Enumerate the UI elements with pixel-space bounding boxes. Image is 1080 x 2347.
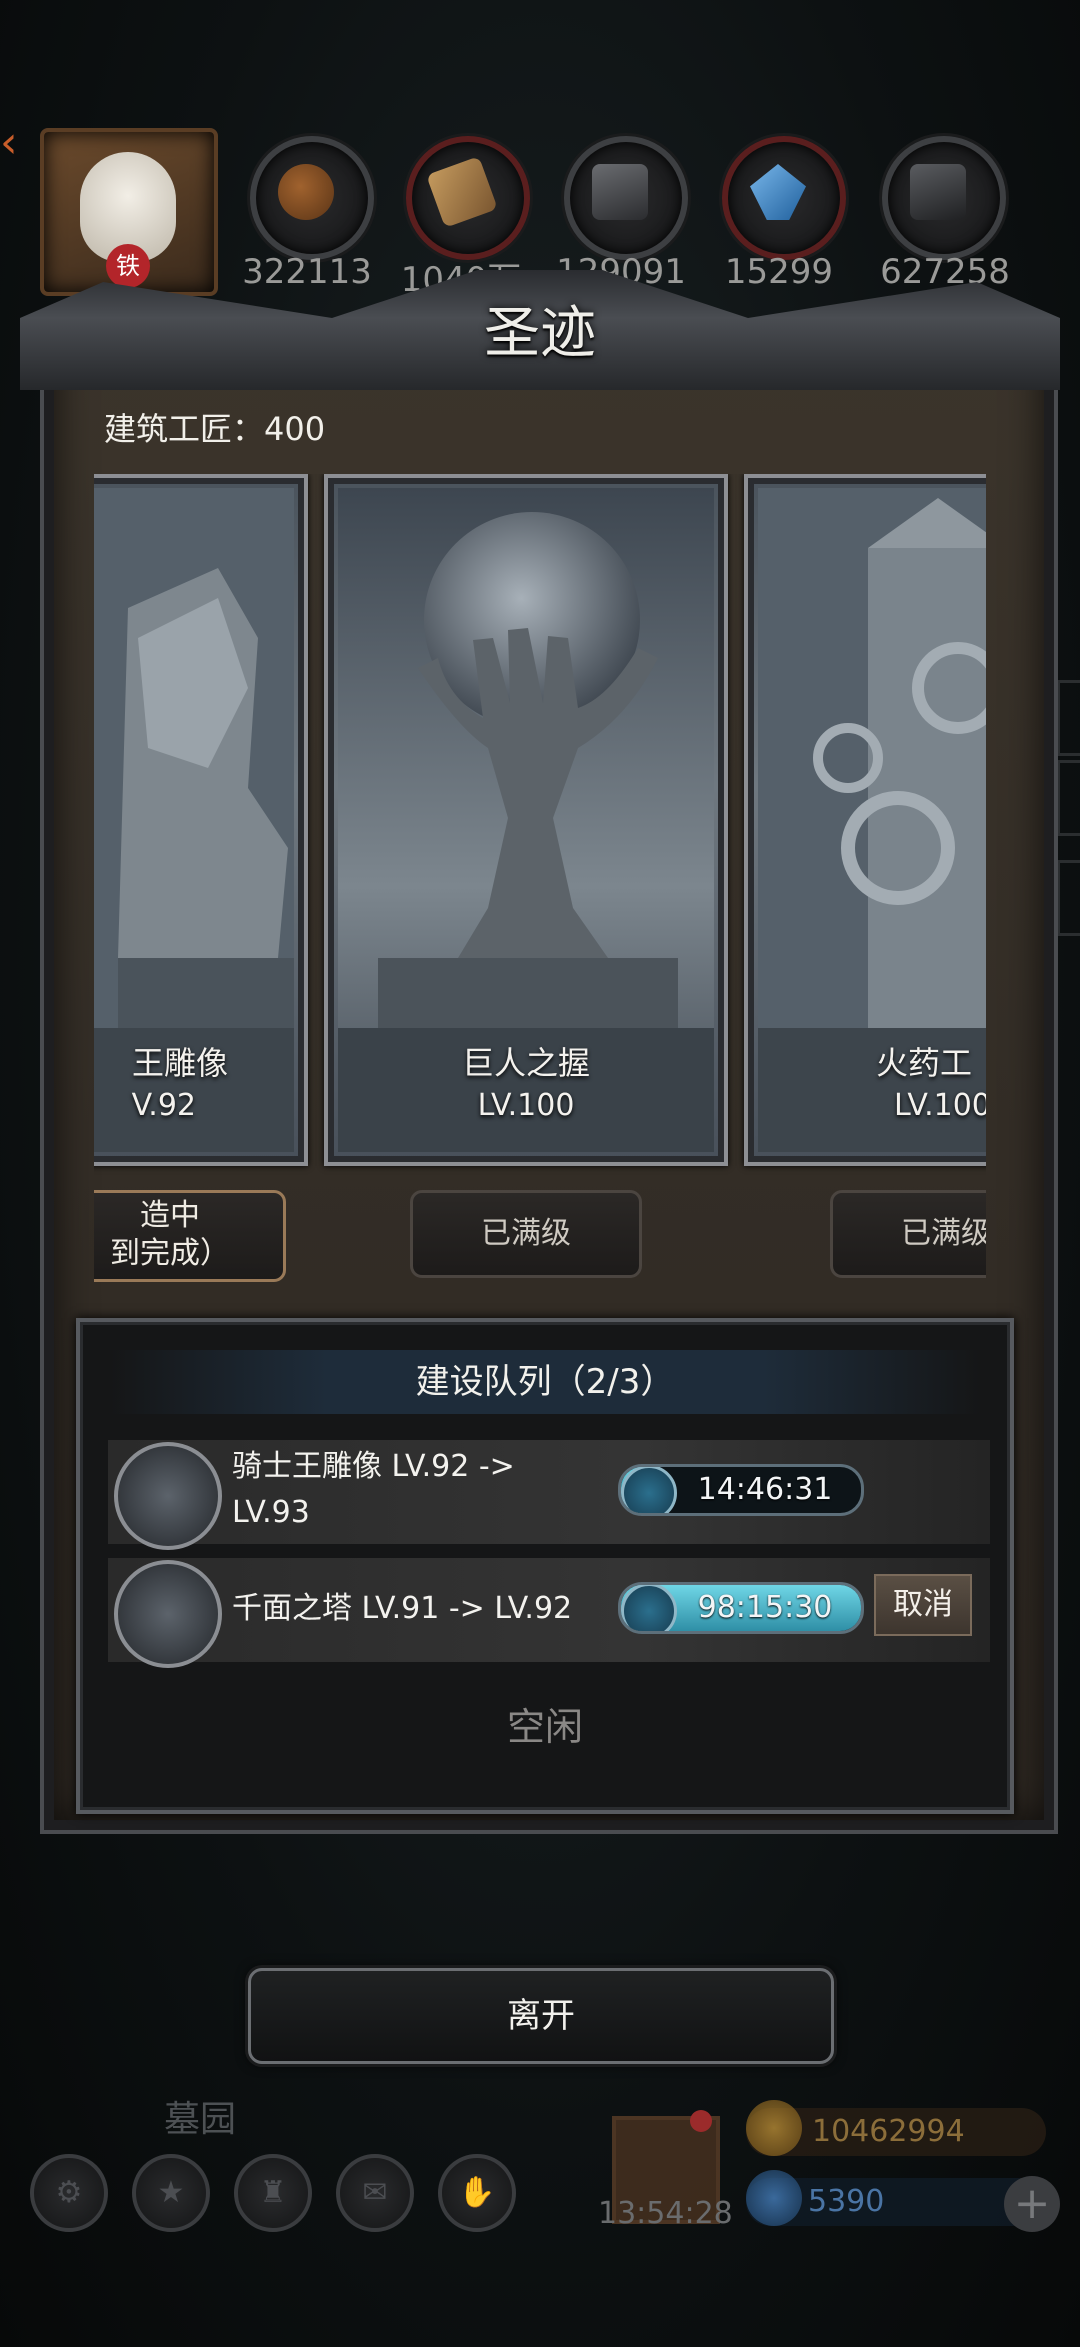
knight-statue-icon [114, 1442, 222, 1550]
wood-icon[interactable] [250, 136, 374, 260]
crystal-icon[interactable] [722, 136, 846, 260]
card-level: LV.100 [894, 1088, 986, 1123]
handshake-icon[interactable]: ✋ [438, 2154, 516, 2232]
wood-value: 322113 [242, 252, 372, 292]
max-level-button[interactable]: 已满级 [830, 1190, 986, 1278]
player-avatar[interactable]: 铁 [40, 128, 218, 296]
queue-item: 骑士王雕像 LV.92 -> LV.93 14:46:31 [108, 1440, 990, 1550]
timer-text: 98:15:30 [697, 1590, 833, 1625]
stone-value: 627258 [880, 252, 1010, 292]
max-level-button[interactable]: 已满级 [410, 1190, 642, 1278]
gift-timer: 13:54:28 [598, 2196, 733, 2231]
avatar-badge: 铁 [106, 244, 150, 288]
wonder-carousel[interactable]: 王雕像 V.92 造中 到完成） 巨人之握 LV.100 已满级 火药工 LV.… [94, 474, 986, 1294]
queue-item-line1: 骑士王雕像 LV.92 -> [232, 1449, 515, 1484]
queue-item-text: 骑士王雕像 LV.92 -> LV.93 [232, 1444, 562, 1536]
card-name: 火药工 [876, 1044, 973, 1082]
building-status-line2: 到完成） [110, 1236, 230, 1271]
wonder-card-giants-grasp[interactable]: 巨人之握 LV.100 [324, 474, 728, 1166]
card-level: V.92 [131, 1088, 196, 1123]
build-timer: 14:46:31 [618, 1464, 864, 1516]
add-gems-button[interactable]: + [1004, 2176, 1060, 2232]
building-status-line1: 造中 [140, 1198, 200, 1233]
wonder-card-powder-factory[interactable]: 火药工 LV.100 [744, 474, 986, 1166]
queue-item-text: 千面之塔 LV.91 -> LV.92 [232, 1591, 573, 1626]
location-label: 墓园 [164, 2099, 237, 2140]
iron-icon[interactable] [564, 136, 688, 260]
stone-icon[interactable] [882, 136, 1006, 260]
notification-dot [690, 2110, 712, 2132]
gold-coin-icon [746, 2100, 802, 2156]
timer-text: 14:46:31 [697, 1472, 833, 1507]
thousand-faces-tower-icon [114, 1560, 222, 1668]
side-tab [1057, 680, 1080, 756]
queue-item-line2: LV.93 [232, 1495, 310, 1530]
back-chevron-icon[interactable]: ‹ [0, 118, 28, 168]
cancel-button[interactable]: 取消 [874, 1574, 972, 1636]
settings-icon[interactable]: ⚙ [30, 2154, 108, 2232]
wonder-card-knight-statue[interactable]: 王雕像 V.92 [94, 474, 308, 1166]
star-icon[interactable]: ★ [132, 2154, 210, 2232]
building-progress-button[interactable]: 造中 到完成） [94, 1190, 286, 1282]
queue-item: 千面之塔 LV.91 -> LV.92 98:15:30 取消 [108, 1558, 990, 1668]
panel-title: 圣迹 [484, 301, 596, 366]
card-name: 巨人之握 [461, 1044, 590, 1082]
idle-slot[interactable]: 空闲 [80, 1696, 1010, 1751]
castle-icon[interactable]: ♜ [234, 2154, 312, 2232]
gem-value: 5390 [808, 2184, 885, 2219]
mail-icon[interactable]: ✉ [336, 2154, 414, 2232]
queue-title: 建设队列（2/3） [110, 1350, 980, 1414]
card-level: LV.100 [477, 1088, 575, 1123]
build-timer: 98:15:30 [618, 1582, 864, 1634]
build-queue: 建设队列（2/3） 骑士王雕像 LV.92 -> LV.93 14:46:31 … [76, 1318, 1014, 1814]
side-tab [1057, 760, 1080, 836]
gem-icon [746, 2170, 802, 2226]
leave-button[interactable]: 离开 [248, 1968, 834, 2064]
crystal-value: 15299 [724, 252, 834, 292]
gold-value: 10462994 [812, 2114, 965, 2149]
side-tab [1057, 860, 1080, 936]
artisan-count: 建筑工匠：400 [104, 410, 326, 448]
card-name: 王雕像 [131, 1044, 228, 1082]
lumber-icon[interactable] [406, 136, 530, 260]
